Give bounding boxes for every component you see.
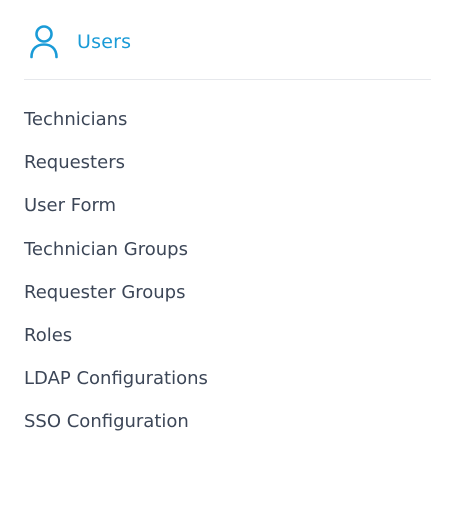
- menu-item-sso-configuration[interactable]: SSO Configuration: [24, 409, 208, 452]
- users-menu: Technicians Requesters User Form Technic…: [24, 107, 208, 453]
- menu-item-ldap-configurations[interactable]: LDAP Configurations: [24, 366, 208, 409]
- section-header: Users: [24, 24, 431, 80]
- menu-item-user-form[interactable]: User Form: [24, 193, 208, 236]
- menu-item-requesters[interactable]: Requesters: [24, 150, 208, 193]
- menu-item-technicians[interactable]: Technicians: [24, 107, 208, 150]
- menu-item-technician-groups[interactable]: Technician Groups: [24, 237, 208, 280]
- menu-item-requester-groups[interactable]: Requester Groups: [24, 280, 208, 323]
- users-settings-panel: Users Technicians Requesters User Form T…: [0, 0, 454, 515]
- menu-item-roles[interactable]: Roles: [24, 323, 208, 366]
- section-title: Users: [77, 31, 132, 53]
- user-icon: [28, 24, 60, 60]
